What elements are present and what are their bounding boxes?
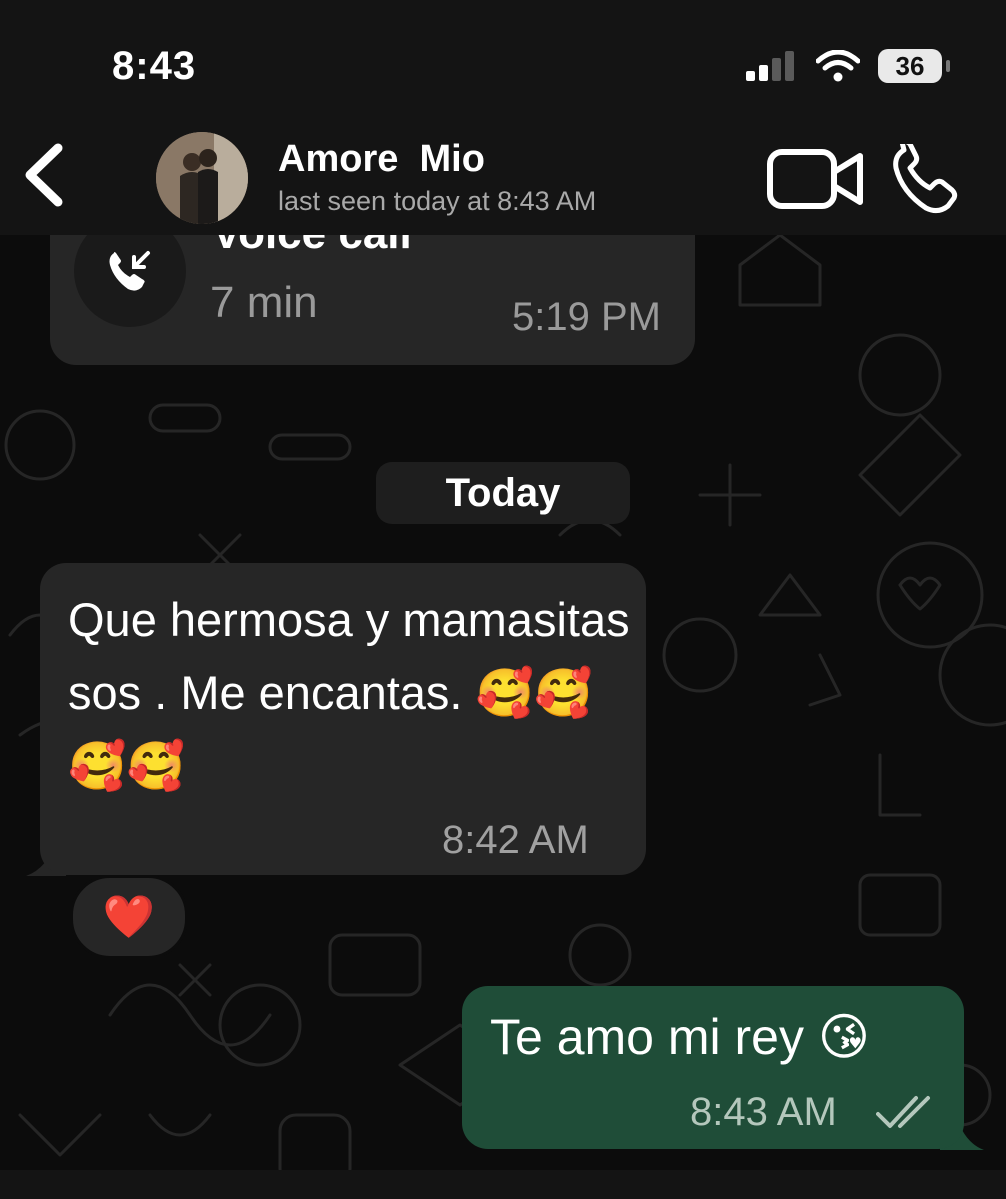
date-separator: Today — [376, 462, 630, 524]
heart-reaction[interactable]: ❤️ — [70, 875, 188, 959]
incoming-call-icon — [109, 251, 150, 291]
back-chevron-icon[interactable] — [18, 140, 74, 210]
wifi-icon — [816, 50, 860, 82]
status-icons: 36 — [746, 46, 950, 86]
status-time: 8:43 — [112, 44, 197, 88]
outgoing-message-bubble[interactable]: Te amo mi rey 😘 8:43 AM — [462, 986, 964, 1149]
contact-avatar[interactable] — [156, 132, 248, 224]
last-seen-status: last seen today at 8:43 AM — [278, 186, 597, 216]
chat-header: 8:43 36 Amore Mio last seen today at 8:4… — [0, 0, 1006, 235]
input-bar-edge — [0, 1170, 1006, 1199]
video-camera-icon[interactable] — [766, 146, 866, 212]
call-duration: 7 min — [210, 278, 318, 327]
message-timestamp: 8:43 AM — [690, 1090, 837, 1134]
avatar-photo — [156, 132, 248, 224]
phone-icon[interactable] — [890, 144, 964, 216]
message-text: Que hermosa y mamasitas sos . Me encanta… — [68, 593, 630, 792]
battery-indicator: 36 — [878, 49, 950, 83]
call-timestamp: 5:19 PM — [512, 295, 661, 339]
double-check-icon — [876, 1096, 930, 1128]
message-text: Te amo mi rey 😘 — [490, 1009, 870, 1065]
signal-icon — [746, 51, 794, 81]
contact-name[interactable]: Amore Mio — [278, 138, 485, 181]
message-timestamp: 8:42 AM — [442, 818, 589, 862]
